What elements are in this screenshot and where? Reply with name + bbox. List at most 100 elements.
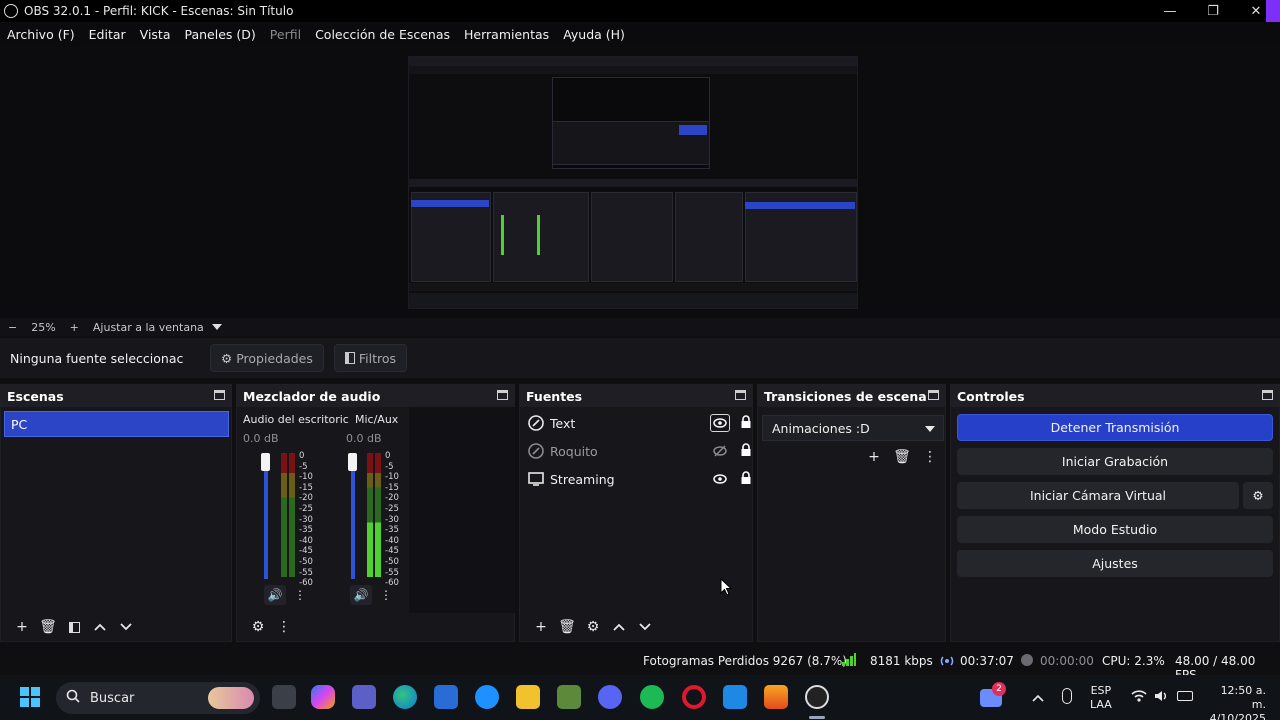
file-explorer-icon[interactable]	[516, 685, 540, 709]
meter-scale-tick: -40	[385, 535, 399, 546]
move-scene-down-button[interactable]	[113, 616, 139, 638]
volume-icon[interactable]	[1154, 689, 1170, 706]
program-preview[interactable]	[408, 56, 858, 309]
source-item-streaming[interactable]: Streaming	[526, 466, 758, 492]
lock-icon[interactable]	[740, 471, 754, 487]
source-item-text[interactable]: Text	[526, 410, 758, 436]
desktop-meter-scale: 0 -5 -10 -15 -20 -25 -30 -35 -40 -45 -50 -55 -60	[299, 451, 313, 589]
obs-taskbar-icon[interactable]	[805, 685, 829, 709]
menu-paneles[interactable]: Paneles (D)	[185, 27, 256, 42]
scenes-dock: Escenas PC + 🗑	[0, 384, 232, 642]
studio-mode-button[interactable]: Modo Estudio	[957, 516, 1273, 543]
edge-icon[interactable]	[393, 685, 417, 709]
kebab-icon: ⋮	[277, 619, 291, 635]
zoom-out-button[interactable]: −	[8, 321, 17, 334]
visibility-eye-icon[interactable]	[710, 470, 730, 488]
add-scene-button[interactable]: +	[9, 616, 35, 638]
remove-transition-button[interactable]: 🗑	[889, 446, 915, 468]
remove-scene-button[interactable]: 🗑	[35, 616, 61, 638]
minimize-button[interactable]: —	[1150, 0, 1190, 22]
minecraft-icon[interactable]	[557, 685, 581, 709]
lock-icon[interactable]	[740, 443, 754, 459]
mixer-menu-button[interactable]: ⋮	[271, 616, 297, 638]
source-properties-button[interactable]: ⚙	[580, 616, 606, 638]
menu-herramientas[interactable]: Herramientas	[464, 27, 549, 42]
mic-menu-button[interactable]: ⋮	[375, 585, 397, 605]
menu-coleccion-escenas[interactable]: Colección de Escenas	[315, 27, 450, 42]
desktop-menu-button[interactable]: ⋮	[289, 585, 311, 605]
desktop-volume-handle[interactable]	[261, 453, 270, 471]
move-scene-up-button[interactable]	[87, 616, 113, 638]
desktop-mute-button[interactable]: 🔊	[264, 585, 286, 605]
wifi-icon[interactable]	[1131, 689, 1147, 706]
scene-filters-button[interactable]	[61, 616, 87, 638]
remove-source-button[interactable]: 🗑	[554, 616, 580, 638]
text-source-icon	[528, 415, 544, 431]
settings-button[interactable]: Ajustes	[957, 550, 1273, 577]
transition-menu-button[interactable]: ⋮	[917, 446, 943, 468]
opera-gx-icon[interactable]	[682, 685, 706, 709]
spotify-icon[interactable]	[640, 685, 664, 709]
visibility-eye-icon[interactable]	[710, 414, 730, 432]
preview-area[interactable]	[0, 46, 1280, 318]
display-capture-icon	[528, 471, 544, 487]
add-source-button[interactable]: +	[528, 616, 554, 638]
tray-chevron-up-icon[interactable]	[1032, 691, 1044, 705]
visibility-hidden-icon[interactable]	[710, 442, 730, 460]
menu-perfil[interactable]: Perfil	[270, 27, 301, 42]
menu-archivo[interactable]: Archivo (F)	[7, 27, 75, 42]
properties-button[interactable]: ⚙ Propiedades	[210, 344, 324, 372]
menu-editar[interactable]: Editar	[89, 27, 126, 42]
teams-icon[interactable]	[352, 685, 376, 709]
undock-icon[interactable]	[735, 390, 746, 400]
virtual-camera-settings-button[interactable]: ⚙	[1243, 482, 1273, 509]
zoom-in-button[interactable]: +	[70, 321, 79, 334]
store-icon[interactable]	[434, 685, 458, 709]
channel-desktop-audio-db: 0.0 dB	[243, 432, 279, 445]
lock-icon[interactable]	[740, 415, 754, 431]
mic-mute-button[interactable]: 🔊	[350, 585, 372, 605]
meter-scale-tick: -5	[299, 461, 308, 472]
photos-icon[interactable]	[723, 685, 747, 709]
clock[interactable]: 12:50 a. m. 4/10/2025	[1206, 684, 1266, 720]
mic-volume-handle[interactable]	[348, 453, 357, 471]
meter-scale-tick: -45	[299, 546, 313, 557]
mic-meter-scale: 0 -5 -10 -15 -20 -25 -30 -35 -40 -45 -50 -55 -60	[385, 451, 399, 589]
selected-source-label: Ninguna fuente seleccionac	[10, 350, 184, 366]
mic-volume-slider[interactable]	[351, 461, 355, 579]
menu-vista[interactable]: Vista	[140, 27, 171, 42]
move-source-up-button[interactable]	[606, 616, 632, 638]
undock-icon[interactable]	[928, 390, 939, 400]
fl-studio-icon[interactable]	[764, 685, 788, 709]
task-view-icon[interactable]	[272, 685, 296, 709]
scene-item[interactable]: PC	[4, 411, 229, 437]
battery-icon[interactable]	[1177, 691, 1193, 701]
help-icon[interactable]	[475, 685, 499, 709]
input-language[interactable]: ESP LAA	[1090, 684, 1112, 712]
undock-icon[interactable]	[1262, 390, 1273, 400]
maximize-button[interactable]: ❐	[1193, 0, 1233, 22]
desktop-volume-slider[interactable]	[264, 461, 268, 579]
menu-ayuda[interactable]: Ayuda (H)	[563, 27, 625, 42]
stop-streaming-button[interactable]: Detener Transmisión	[957, 414, 1273, 441]
taskbar-search[interactable]: Buscar	[56, 682, 260, 714]
add-transition-button[interactable]: +	[861, 446, 887, 468]
meter-scale-tick: -50	[385, 556, 399, 567]
source-item-roquito[interactable]: Roquito	[526, 438, 758, 464]
copilot-icon[interactable]	[311, 685, 335, 709]
fit-to-window-dropdown[interactable]: Ajustar a la ventana	[93, 321, 204, 334]
start-recording-button[interactable]: Iniciar Grabación	[957, 448, 1273, 475]
undock-icon[interactable]	[497, 390, 508, 400]
channel-mic-name: Mic/Aux	[355, 413, 399, 426]
microphone-icon[interactable]	[1062, 688, 1072, 704]
advanced-audio-button[interactable]: ⚙	[245, 616, 271, 638]
gear-icon: ⚙	[221, 350, 233, 366]
move-source-down-button[interactable]	[632, 616, 658, 638]
transition-dropdown[interactable]: Animaciones :D	[762, 415, 944, 441]
windows-start-icon[interactable]	[20, 687, 40, 707]
undock-icon[interactable]	[214, 390, 225, 400]
chevron-down-icon[interactable]	[211, 324, 222, 330]
start-virtual-camera-button[interactable]: Iniciar Cámara Virtual	[957, 482, 1239, 509]
filters-button[interactable]: Filtros	[333, 344, 408, 372]
discord-icon[interactable]	[598, 685, 622, 709]
